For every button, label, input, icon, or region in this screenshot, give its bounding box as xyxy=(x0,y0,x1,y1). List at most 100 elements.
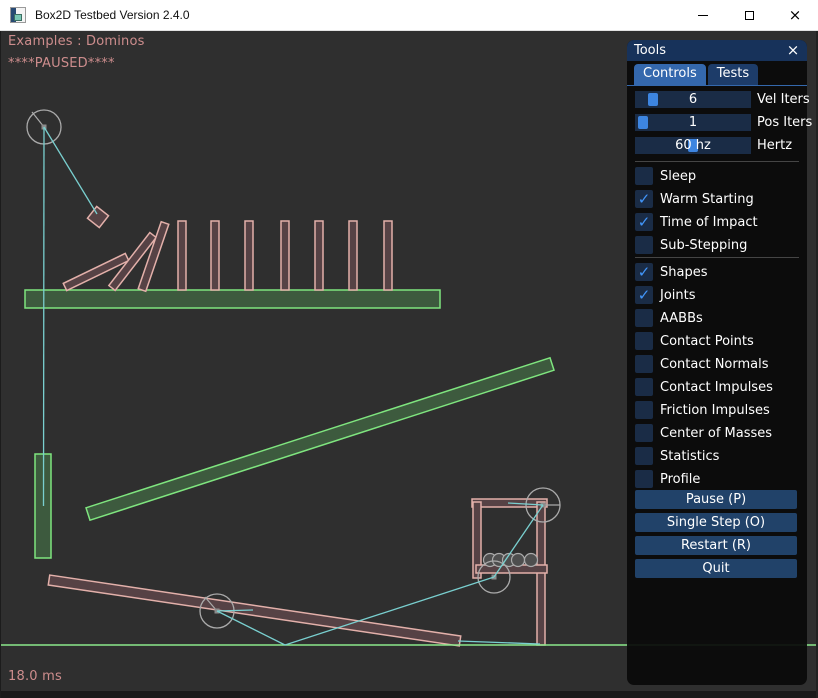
slider-pos-iters: 1 Pos Iters xyxy=(635,114,812,131)
checkbox-box[interactable]: ✓ xyxy=(635,309,653,327)
slider-track[interactable]: 6 xyxy=(635,91,751,108)
checkbox-label: Warm Starting xyxy=(660,192,754,207)
check-icon: ✓ xyxy=(638,192,651,207)
app-icon xyxy=(10,7,26,23)
pendulum-box xyxy=(87,206,108,227)
checkbox-statistics[interactable]: ✓ Statistics xyxy=(635,445,719,467)
checkbox-label: Friction Impulses xyxy=(660,403,770,418)
checkbox-label: Shapes xyxy=(660,265,707,280)
checkbox-box[interactable]: ✓ xyxy=(635,424,653,442)
checkbox-sleep[interactable]: ✓ Sleep xyxy=(635,165,696,187)
slider-vel-iters: 6 Vel Iters xyxy=(635,91,810,108)
checkbox-box[interactable]: ✓ xyxy=(635,286,653,304)
close-icon: × xyxy=(789,8,802,23)
domino-standing-4 xyxy=(281,221,289,290)
checkbox-box[interactable]: ✓ xyxy=(635,332,653,350)
minimize-icon xyxy=(698,15,708,16)
checkbox-box[interactable]: ✓ xyxy=(635,447,653,465)
tab-controls[interactable]: Controls xyxy=(634,64,706,85)
checkbox-label: Sleep xyxy=(660,169,696,184)
domino-falling-3 xyxy=(138,222,169,292)
slider-hertz: 60 hz Hertz xyxy=(635,137,792,154)
domino-standing-7 xyxy=(384,221,392,290)
frame-time-label: 18.0 ms xyxy=(8,669,62,684)
checkbox-label: Statistics xyxy=(660,449,719,464)
tools-panel-titlebar[interactable]: Tools × xyxy=(627,40,807,61)
tools-panel-title: Tools xyxy=(634,43,666,58)
tab-bar: Controls Tests xyxy=(634,64,758,85)
domino-standing-6 xyxy=(349,221,357,290)
check-icon: ✓ xyxy=(638,288,651,303)
domino-platform xyxy=(25,290,440,308)
os-titlebar: Box2D Testbed Version 2.4.0 × xyxy=(0,0,818,31)
checkbox-label: Center of Masses xyxy=(660,426,772,441)
checkbox-box[interactable]: ✓ xyxy=(635,236,653,254)
checkbox-aabbs[interactable]: ✓ AABBs xyxy=(635,307,703,329)
separator xyxy=(635,161,799,162)
paused-label: ****PAUSED**** xyxy=(8,56,115,71)
checkbox-box[interactable]: ✓ xyxy=(635,263,653,281)
checkbox-friction-impulses[interactable]: ✓ Friction Impulses xyxy=(635,399,770,421)
app-window: Box2D Testbed Version 2.4.0 × Examples :… xyxy=(0,0,818,698)
tab-tests[interactable]: Tests xyxy=(708,64,758,85)
minimize-button[interactable] xyxy=(680,0,726,31)
slider-label: Hertz xyxy=(757,138,792,153)
joint-pendulum xyxy=(44,127,97,214)
example-label: Examples : Dominos xyxy=(8,34,145,49)
checkbox-contact-normals[interactable]: ✓ Contact Normals xyxy=(635,353,769,375)
checkbox-profile[interactable]: ✓ Profile xyxy=(635,468,700,490)
checkbox-label: Joints xyxy=(660,288,696,303)
app-icon-pane xyxy=(14,14,22,21)
restart-button[interactable]: Restart (R) xyxy=(635,536,797,555)
checkbox-box[interactable]: ✓ xyxy=(635,470,653,488)
tab-underline xyxy=(627,85,807,86)
quit-button[interactable]: Quit xyxy=(635,559,797,578)
single-step-button[interactable]: Single Step (O) xyxy=(635,513,797,532)
checkbox-label: Contact Impulses xyxy=(660,380,773,395)
checkbox-box[interactable]: ✓ xyxy=(635,355,653,373)
checkbox-joints[interactable]: ✓ Joints xyxy=(635,284,696,306)
checkbox-box[interactable]: ✓ xyxy=(635,213,653,231)
joint-rope-vertical xyxy=(44,127,45,506)
separator xyxy=(635,257,799,258)
checkbox-label: Profile xyxy=(660,472,700,487)
checkbox-box[interactable]: ✓ xyxy=(635,167,653,185)
domino-standing-5 xyxy=(315,221,323,290)
cradle-ball-4 xyxy=(512,554,525,567)
pause-button[interactable]: Pause (P) xyxy=(635,490,797,509)
checkbox-center-of-masses[interactable]: ✓ Center of Masses xyxy=(635,422,772,444)
maximize-icon xyxy=(745,11,754,20)
checkbox-label: Time of Impact xyxy=(660,215,758,230)
tools-close-button[interactable]: × xyxy=(784,41,802,59)
maximize-button[interactable] xyxy=(726,0,772,31)
slider-track[interactable]: 1 xyxy=(635,114,751,131)
slider-value: 1 xyxy=(635,114,751,131)
domino-standing-2 xyxy=(211,221,219,290)
window-bottom-border xyxy=(0,691,818,698)
window-title: Box2D Testbed Version 2.4.0 xyxy=(35,8,190,22)
checkbox-shapes[interactable]: ✓ Shapes xyxy=(635,261,707,283)
slider-label: Pos Iters xyxy=(757,115,812,130)
checkbox-label: Contact Points xyxy=(660,334,754,349)
checkbox-label: AABBs xyxy=(660,311,703,326)
tools-panel: Tools × Controls Tests 6 Vel Iters 1 Pos… xyxy=(627,40,807,685)
seesaw-plank xyxy=(48,575,460,646)
window-left-border xyxy=(0,31,1,698)
slider-value: 60 hz xyxy=(635,137,751,154)
checkbox-label: Contact Normals xyxy=(660,357,769,372)
checkbox-sub-stepping[interactable]: ✓ Sub-Stepping xyxy=(635,234,747,256)
slider-label: Vel Iters xyxy=(757,92,810,107)
checkbox-contact-impulses[interactable]: ✓ Contact Impulses xyxy=(635,376,773,398)
checkbox-box[interactable]: ✓ xyxy=(635,190,653,208)
checkbox-contact-points[interactable]: ✓ Contact Points xyxy=(635,330,754,352)
checkbox-time-of-impact[interactable]: ✓ Time of Impact xyxy=(635,211,758,233)
slider-track[interactable]: 60 hz xyxy=(635,137,751,154)
checkbox-label: Sub-Stepping xyxy=(660,238,747,253)
cradle-ball-5 xyxy=(525,554,538,567)
checkbox-box[interactable]: ✓ xyxy=(635,378,653,396)
checkbox-warm-starting[interactable]: ✓ Warm Starting xyxy=(635,188,754,210)
joint-plank-post xyxy=(458,641,540,644)
checkbox-box[interactable]: ✓ xyxy=(635,401,653,419)
domino-standing-3 xyxy=(245,221,253,290)
close-button[interactable]: × xyxy=(772,0,818,31)
